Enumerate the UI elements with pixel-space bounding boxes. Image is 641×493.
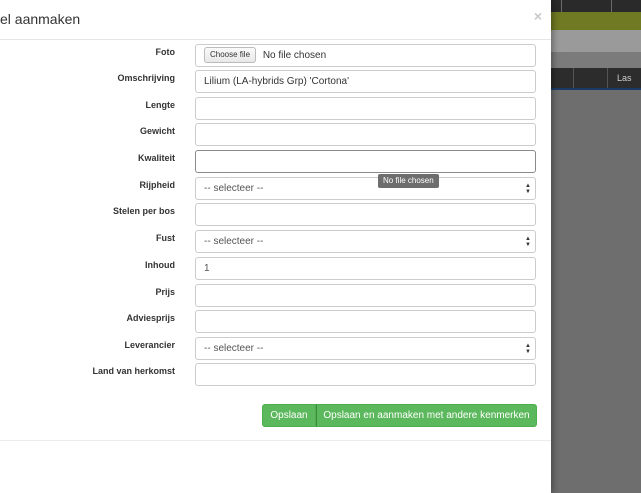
column-icons [573,68,608,88]
background-app: Las [551,0,641,493]
choose-file-button[interactable]: Choose file [204,46,257,63]
rijpheid-select[interactable]: -- selecteer -- ▲ ▼ [195,177,536,200]
column-header-last: Las [613,68,641,88]
rijpheid-label: Rijpheid [139,180,176,190]
leverancier-select[interactable]: -- selecteer -- ▲ ▼ [195,337,536,360]
stelen-input[interactable] [195,203,536,226]
background-band [551,30,641,52]
row-adviesprijs: Adviesprijs [0,310,551,334]
modal-title: el aanmaken [0,11,81,27]
fust-label: Fust [156,233,175,243]
row-leverancier: Leverancier -- selecteer -- ▲ ▼ [0,337,551,361]
select-arrows-icon: ▲ ▼ [525,236,531,248]
background-topbar [551,0,641,12]
background-table-header: Las [551,68,641,90]
row-kwaliteit: Kwaliteit [0,150,551,174]
background-green-bar [551,12,641,30]
row-inhoud: Inhoud 1 [0,257,551,281]
lengte-input[interactable] [195,97,536,120]
fust-select[interactable]: -- selecteer -- ▲ ▼ [195,230,536,253]
column-icon [551,68,574,88]
omschrijving-input[interactable]: Lilium (LA-hybrids Grp) 'Cortona' [195,70,536,93]
row-fust: Fust -- selecteer -- ▲ ▼ [0,230,551,254]
gewicht-label: Gewicht [139,126,175,136]
file-input-tooltip: No file chosen [378,174,439,188]
land-input[interactable] [195,363,536,386]
modal-footer-divider [0,440,551,441]
row-lengte: Lengte [0,97,551,121]
inhoud-label: Inhoud [145,260,175,270]
file-status-text: No file chosen [262,50,327,61]
land-label: Land van herkomst [92,366,175,376]
adviesprijs-label: Adviesprijs [126,313,175,323]
save-button[interactable]: Opslaan [262,404,316,427]
select-arrows-icon: ▲ ▼ [525,183,531,195]
save-and-create-new-button[interactable]: Opslaan en aanmaken met andere kenmerken [316,404,537,427]
lengte-label: Lengte [145,100,175,110]
create-item-modal: el aanmaken × Foto Choose file No file c… [0,0,551,493]
leverancier-selected-value: -- selecteer -- [204,343,264,354]
kwaliteit-label: Kwaliteit [137,153,175,163]
gewicht-input[interactable] [195,123,536,146]
row-land-van-herkomst: Land van herkomst [0,363,551,387]
kwaliteit-input[interactable] [195,150,536,173]
fust-selected-value: -- selecteer -- [204,236,264,247]
omschrijving-label: Omschrijving [117,73,175,83]
prijs-input[interactable] [195,284,536,307]
inhoud-input[interactable]: 1 [195,257,536,280]
foto-label: Foto [155,47,176,57]
row-prijs: Prijs [0,284,551,308]
modal-divider [0,39,551,40]
close-icon[interactable]: × [534,8,542,24]
rijpheid-selected-value: -- selecteer -- [204,183,264,194]
foto-file-input[interactable]: Choose file No file chosen [195,44,536,67]
row-stelen-per-bos: Stelen per bos [0,203,551,227]
row-rijpheid: Rijpheid -- selecteer -- ▲ ▼ [0,177,551,201]
leverancier-label: Leverancier [124,340,175,350]
row-foto: Foto Choose file No file chosen [0,44,551,68]
prijs-label: Prijs [155,287,175,297]
row-omschrijving: Omschrijving Lilium (LA-hybrids Grp) 'Co… [0,70,551,94]
column-header-last-label: Las [617,73,632,83]
select-arrows-icon: ▲ ▼ [525,343,531,355]
stelen-label: Stelen per bos [112,206,175,216]
adviesprijs-input[interactable] [195,310,536,333]
row-gewicht: Gewicht [0,123,551,147]
background-grid [551,90,641,493]
